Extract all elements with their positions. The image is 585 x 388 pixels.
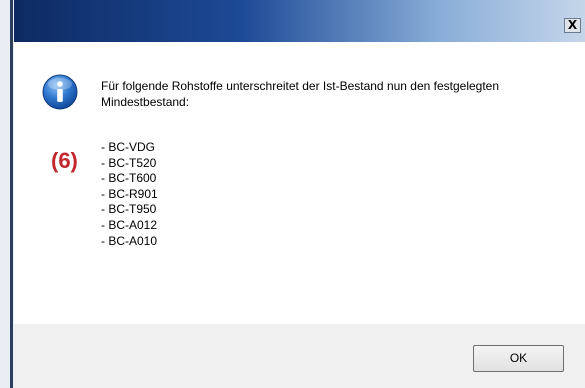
material-list-item: - BC-A010 bbox=[101, 233, 158, 248]
dialog-titlebar[interactable]: X bbox=[14, 0, 585, 42]
message-dialog: X Für folgende Rohstoffe unterschreitet … bbox=[14, 0, 585, 388]
close-button[interactable]: X bbox=[564, 18, 581, 33]
material-list: - BC-VDG - BC-T520- BC-T600- BC-R901- BC-… bbox=[101, 140, 158, 249]
dialog-content: Für folgende Rohstoffe unterschreitet de… bbox=[14, 42, 585, 324]
material-list-item: - BC-T600 bbox=[101, 171, 157, 186]
material-list-item: - BC-R901 bbox=[101, 186, 158, 201]
info-icon bbox=[42, 74, 78, 110]
dialog-footer: OK bbox=[14, 324, 585, 388]
material-list-item: - BC-A012 bbox=[101, 217, 158, 232]
material-list-item: - BC-T950 bbox=[101, 202, 157, 217]
background-window-edge bbox=[0, 0, 14, 388]
material-list-item: - BC-VDG bbox=[101, 140, 155, 154]
window-border bbox=[10, 0, 13, 388]
ok-button[interactable]: OK bbox=[473, 345, 564, 372]
message-text: Für folgende Rohstoffe unterschreitet de… bbox=[101, 79, 500, 109]
material-list-item: - BC-T520 bbox=[101, 155, 157, 170]
annotation-label: (6) bbox=[51, 148, 78, 173]
